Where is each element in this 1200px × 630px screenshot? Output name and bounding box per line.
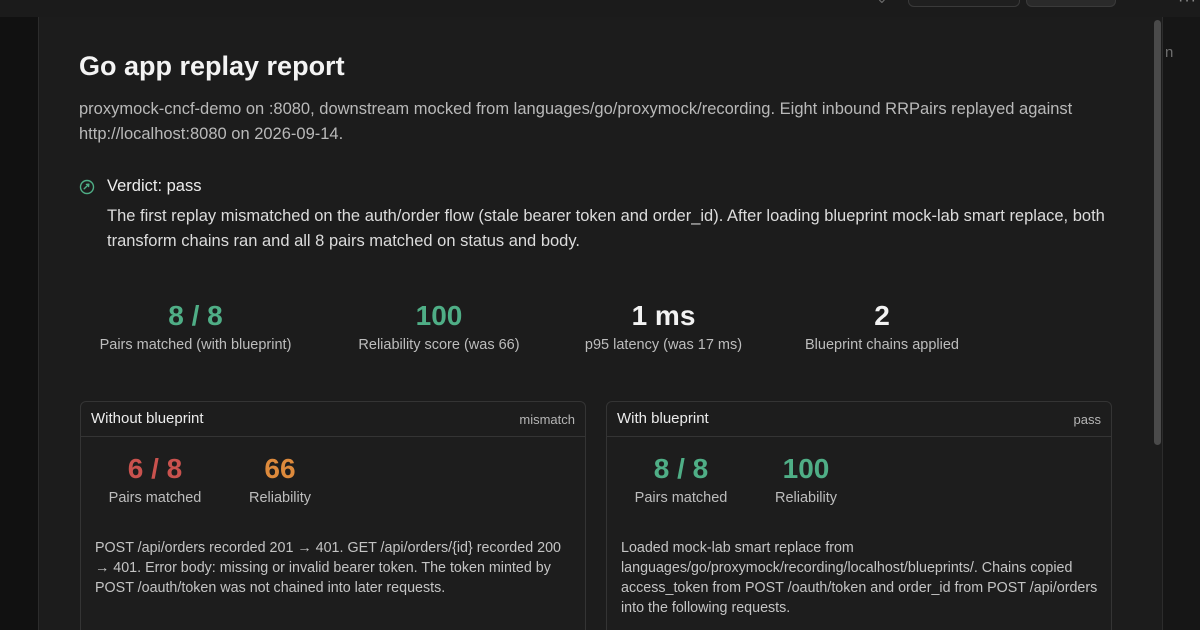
link-circle-icon	[79, 179, 95, 195]
page-title: Go app replay report	[79, 51, 345, 81]
stat-value: 100	[415, 300, 463, 331]
stat-p95-latency: 1 ms p95 latency (was 17 ms)	[566, 299, 761, 353]
mini-stat-reliability: 66 Reliability	[235, 452, 325, 506]
toolbar-button[interactable]	[908, 0, 1020, 7]
card-title: Without blueprint	[91, 410, 204, 427]
stat-label: p95 latency (was 17 ms)	[584, 337, 743, 353]
report-subtitle: proxymock-cncf-demo on :8080, downstream…	[79, 100, 1073, 143]
card-without-blueprint: Without blueprint mismatch 6 / 8 Pairs m…	[80, 401, 586, 630]
mini-stat-value: 100	[782, 453, 830, 484]
verdict-body: The first replay mismatched on the auth/…	[107, 207, 1105, 250]
stat-label: Blueprint chains applied	[805, 337, 959, 353]
chevron-down-icon[interactable]: ⌄	[876, 0, 888, 7]
mini-stat-value: 6 / 8	[127, 453, 183, 484]
stat-value: 1 ms	[631, 300, 696, 331]
more-dots-icon[interactable]: ···	[1178, 0, 1197, 10]
right-strip-text: n	[1165, 44, 1174, 61]
card-description: Loaded mock-lab smart replace from langu…	[621, 540, 1098, 616]
card-header: Without blueprint mismatch	[81, 402, 585, 437]
stat-value: 8 / 8	[168, 300, 223, 331]
report-panel: Go app replay report proxymock-cncf-demo…	[38, 17, 1163, 630]
status-badge: mismatch	[519, 412, 575, 427]
vertical-scrollbar[interactable]	[1154, 20, 1161, 445]
right-sidebar-edge	[1163, 17, 1200, 630]
mini-stat-reliability: 100 Reliability	[761, 452, 851, 506]
status-badge: pass	[1073, 412, 1101, 427]
stat-label: Pairs matched (with blueprint)	[99, 337, 292, 353]
left-sidebar-edge	[0, 0, 38, 630]
card-header: With blueprint pass	[607, 402, 1111, 437]
mini-stat-label: Reliability	[248, 490, 312, 506]
mini-stat-label: Pairs matched	[108, 490, 202, 506]
mini-stat-value: 66	[264, 453, 296, 484]
stat-reliability: 100 Reliability score (was 66)	[339, 299, 539, 353]
card-title: With blueprint	[617, 410, 709, 427]
top-toolbar: ⌄ ···	[0, 0, 1200, 17]
mini-stat-pairs: 8 / 8 Pairs matched	[621, 452, 741, 506]
mini-stat-value: 8 / 8	[653, 453, 709, 484]
mini-stat-label: Reliability	[774, 490, 838, 506]
verdict-title: Verdict: pass	[107, 177, 202, 195]
mini-stat-label: Pairs matched	[634, 490, 728, 506]
card-with-blueprint: With blueprint pass 8 / 8 Pairs matched …	[606, 401, 1112, 630]
toolbar-primary-button[interactable]	[1026, 0, 1116, 7]
stat-pairs-matched: 8 / 8 Pairs matched (with blueprint)	[88, 299, 303, 353]
stat-value: 2	[874, 300, 890, 331]
stat-blueprint-chains: 2 Blueprint chains applied	[787, 299, 977, 353]
card-description: POST /api/orders recorded 201 → 401. GET…	[95, 540, 561, 596]
mini-stat-pairs: 6 / 8 Pairs matched	[95, 452, 215, 506]
stat-label: Reliability score (was 66)	[358, 337, 520, 353]
